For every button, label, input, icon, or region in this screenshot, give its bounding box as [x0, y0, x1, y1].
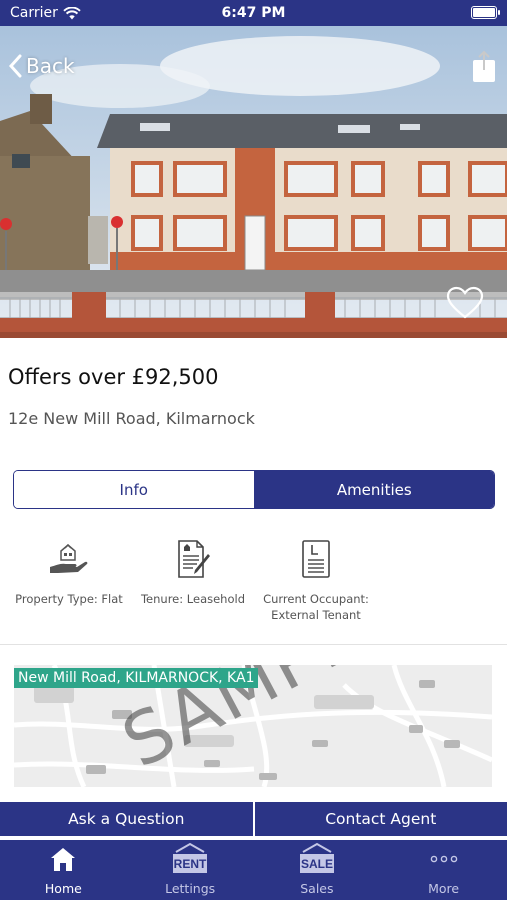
amenity-current-occupant-label: Current Occupant: External Tenant — [263, 592, 369, 622]
heart-icon — [446, 286, 484, 319]
amenity-tenure: Tenure: Leasehold — [133, 540, 253, 607]
property-photo-image — [0, 26, 507, 338]
contract-pen-icon — [178, 540, 210, 578]
rent-sign-text: RENT — [174, 857, 207, 871]
action-bar: Ask a Question Contact Agent — [0, 802, 507, 836]
tabbar-label-more: More — [428, 881, 460, 896]
listing-price: Offers over £92,500 — [8, 365, 219, 389]
battery-icon — [471, 6, 500, 19]
detail-tabs: Info Amenities — [13, 470, 495, 509]
bottom-tab-bar: Home RENT Lettings SALE Sales More — [0, 840, 507, 900]
sale-sign-icon: SALE — [299, 842, 334, 873]
property-photo[interactable]: Back — [0, 26, 507, 338]
back-button[interactable]: Back — [8, 54, 75, 78]
home-icon — [51, 848, 76, 871]
location-map[interactable]: SAMPLE New Mill Road, KILMARNOCK, KA1 — [14, 665, 492, 787]
amenity-current-occupant: Current Occupant: External Tenant — [250, 540, 382, 623]
amenity-property-type-label: Property Type: Flat — [15, 592, 123, 606]
amenity-tenure-label: Tenure: Leasehold — [140, 592, 246, 606]
tabbar-item-more[interactable]: More — [380, 840, 507, 900]
house-hand-icon — [50, 543, 88, 573]
share-icon — [473, 50, 495, 82]
share-button[interactable] — [471, 50, 497, 84]
tabbar-item-lettings[interactable]: RENT Lettings — [127, 840, 254, 900]
document-l-icon — [302, 540, 330, 578]
tabbar-label-home: Home — [44, 881, 82, 896]
more-dots-icon — [430, 855, 457, 863]
clock: 6:47 PM — [221, 5, 286, 21]
amenity-property-type: Property Type: Flat — [8, 543, 130, 607]
tab-info[interactable]: Info — [14, 471, 255, 508]
back-label: Back — [26, 54, 75, 78]
tabbar-label-lettings: Lettings — [165, 881, 216, 896]
chevron-left-icon — [8, 54, 22, 78]
status-bar: Carrier 6:47 PM — [0, 0, 507, 26]
tabbar-item-home[interactable]: Home — [0, 840, 127, 900]
tabbar-label-sales: Sales — [300, 881, 334, 896]
favourite-button[interactable] — [445, 286, 485, 320]
section-divider — [0, 644, 507, 645]
ask-question-button[interactable]: Ask a Question — [0, 802, 253, 836]
map-location-label: New Mill Road, KILMARNOCK, KA1 — [14, 668, 259, 688]
tabbar-item-sales[interactable]: SALE Sales — [254, 840, 381, 900]
rent-sign-icon: RENT — [173, 842, 208, 873]
sale-sign-text: SALE — [301, 857, 333, 871]
contact-agent-button[interactable]: Contact Agent — [254, 802, 507, 836]
listing-address: 12e New Mill Road, Kilmarnock — [8, 409, 255, 428]
tab-amenities[interactable]: Amenities — [254, 471, 494, 508]
